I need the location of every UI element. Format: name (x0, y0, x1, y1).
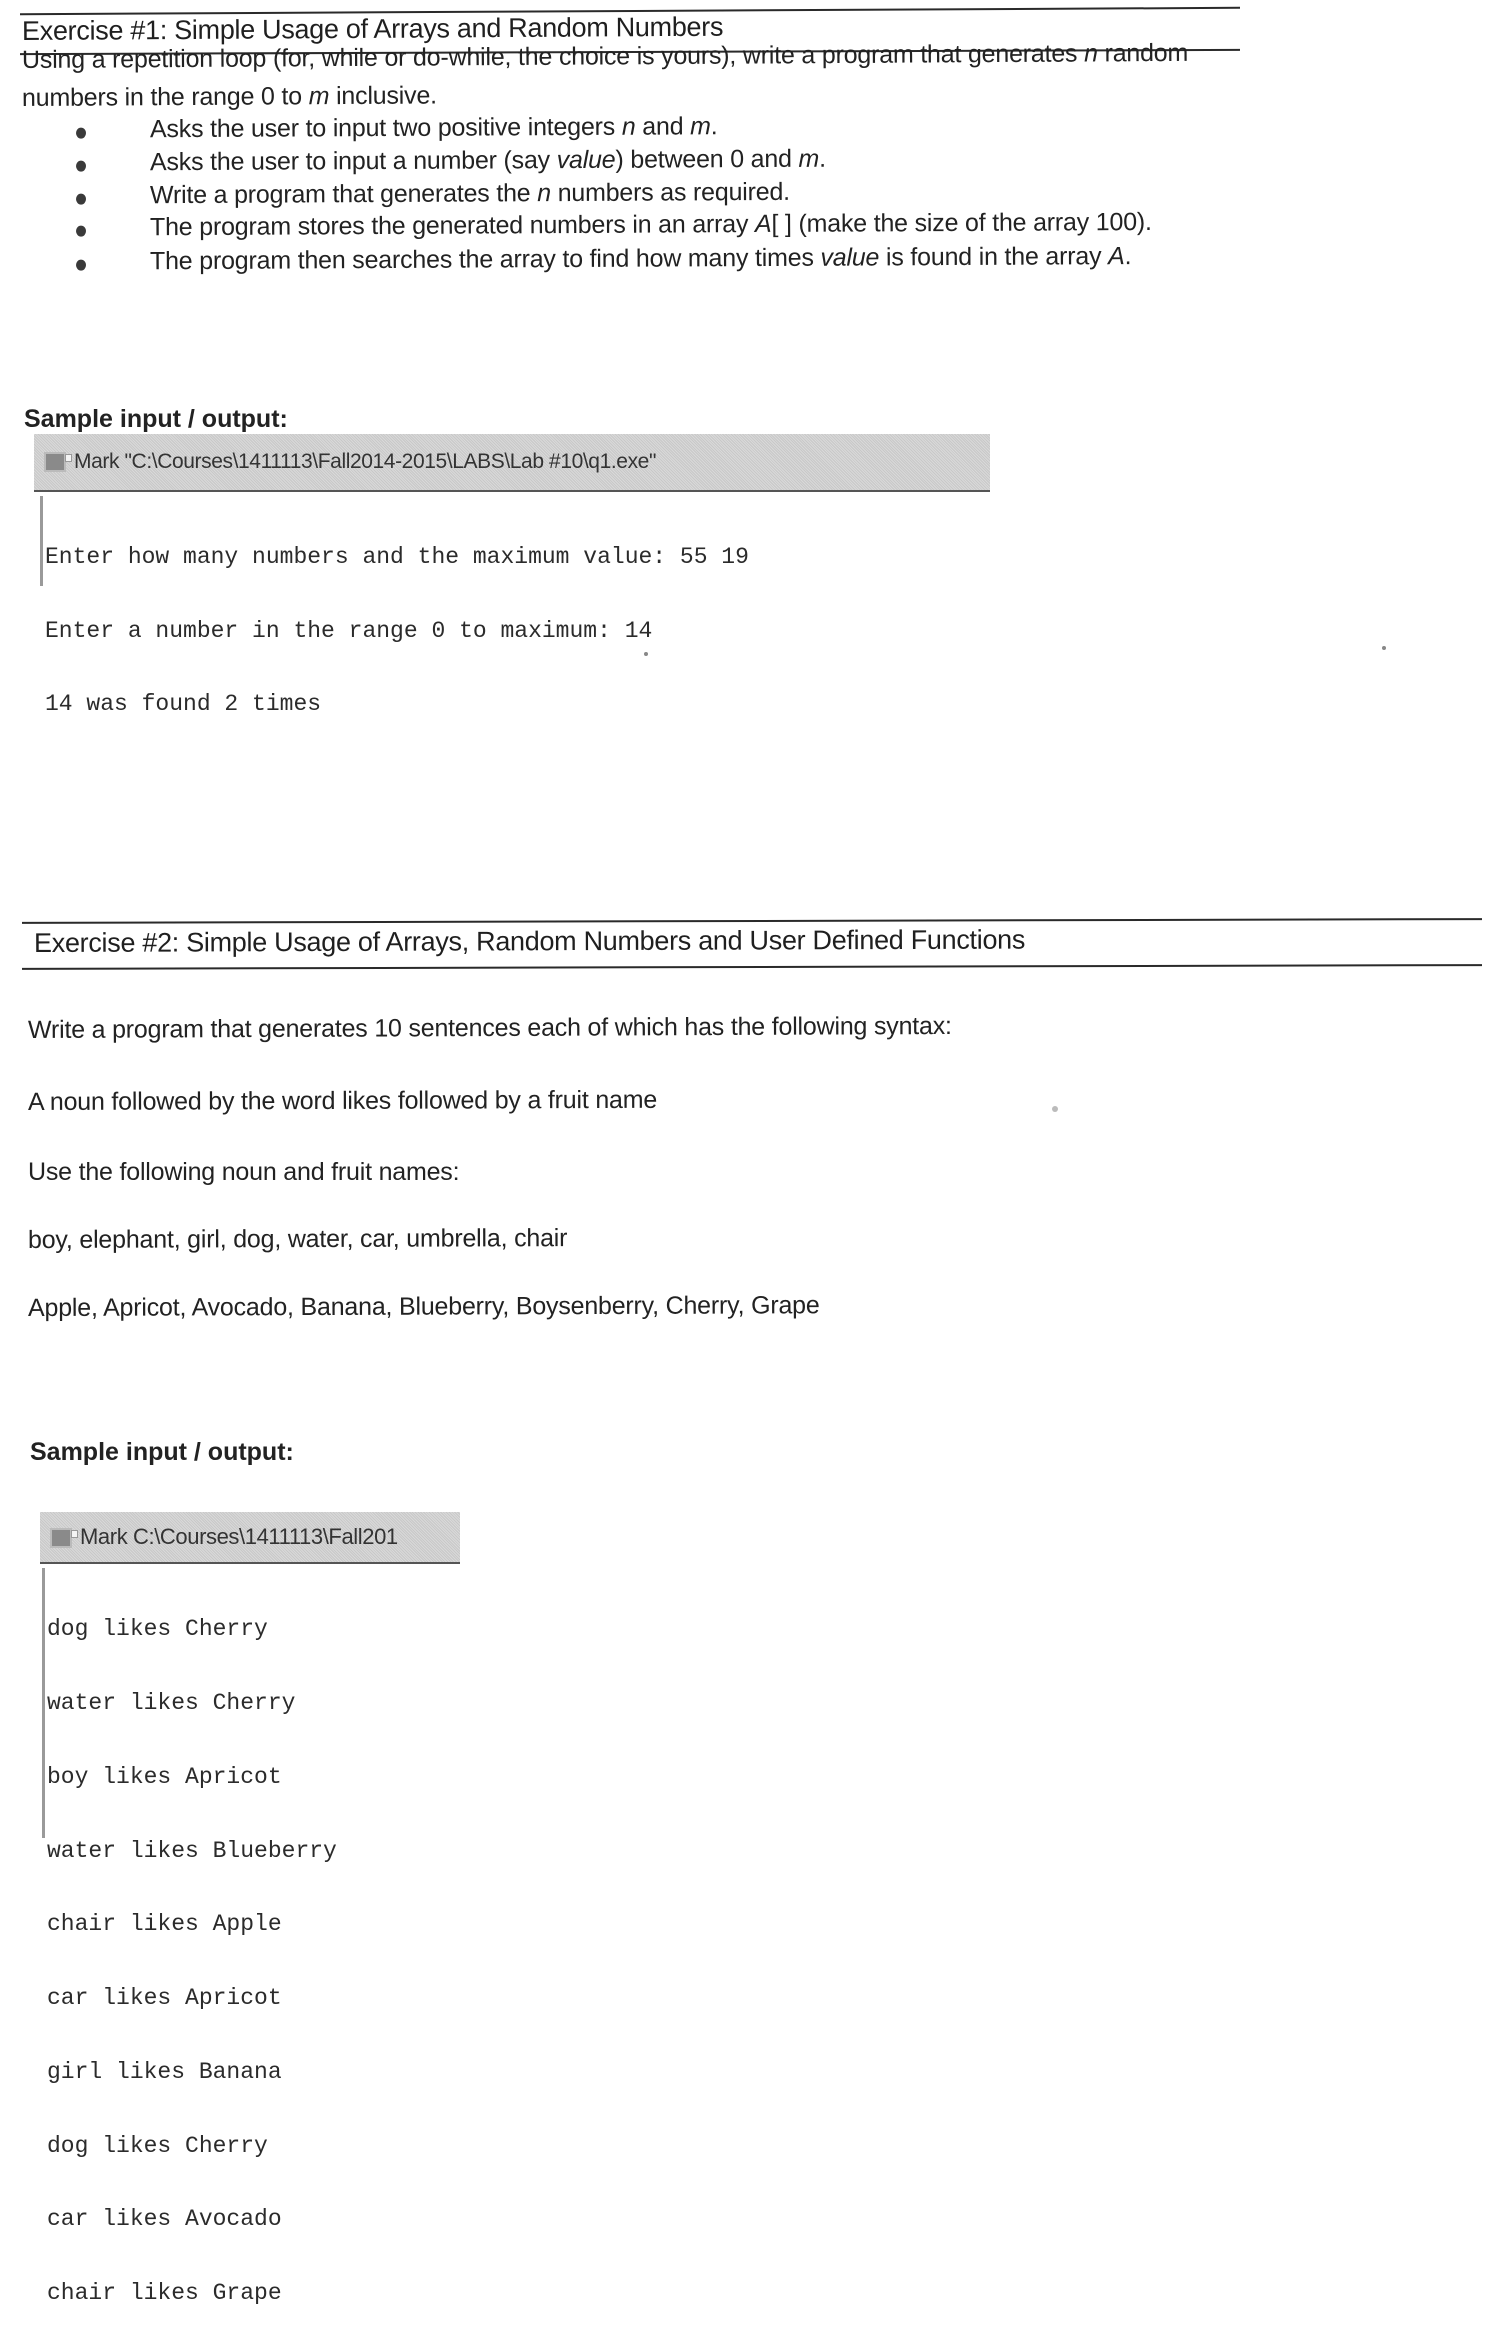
console-line: chair likes Grape (47, 2280, 282, 2307)
bullet-item: Asks the user to input two positive inte… (0, 109, 1300, 146)
bullet-dot-icon (75, 193, 87, 205)
console-line: girl likes Banana (47, 2058, 282, 2085)
exercise2-top-rule (21, 918, 1483, 924)
bullet-text: Write a program that generates the n num… (150, 178, 790, 210)
italic: A (1108, 242, 1125, 271)
exercise2-console-output: dog likes Cherry water likes Cherry boy … (42, 1568, 337, 2305)
exercise1-title-lead: Exercise #1: (21, 15, 168, 46)
text: Asks the user to input two positive inte… (149, 112, 622, 144)
scan-speck (1052, 1106, 1058, 1112)
bullet-item: Asks the user to input a number (say val… (0, 142, 1300, 179)
exercise2-title-underline (21, 964, 1483, 970)
console-title-text: Mark "C:\Courses\1411113\Fall2014-2015\L… (74, 450, 657, 473)
console-line: water likes Cherry (47, 1689, 296, 1716)
text: ) between 0 and (615, 144, 799, 174)
scan-speck (1382, 646, 1386, 650)
exercise1-console-output: Enter how many numbers and the maximum v… (40, 496, 749, 716)
italic: value (820, 243, 880, 272)
text: . (819, 144, 826, 173)
console-line: Enter how many numbers and the maximum v… (45, 544, 749, 570)
exercise2-sample-label: Sample input / output: (30, 1438, 294, 1466)
exercise2-console-titlebar: Mark C:\Courses\1411113\Fall201 (40, 1512, 460, 1564)
scan-speck (644, 652, 648, 656)
console-line: Enter a number in the range 0 to maximum… (45, 617, 653, 644)
italic: m (690, 112, 711, 141)
console-line: dog likes Cherry (47, 1616, 268, 1643)
exercise2-title-lead: Exercise #2: (33, 927, 180, 958)
bullet-item: The program then searches the array to f… (0, 241, 1300, 278)
text: . (1124, 242, 1132, 271)
console-line: car likes Avocado (47, 2206, 282, 2233)
console-line: water likes Blueberry (47, 1837, 337, 1864)
text: is found in the array (879, 242, 1109, 272)
text: and (635, 112, 691, 141)
bullet-text: The program then searches the array to f… (150, 242, 1131, 276)
text: . (710, 112, 718, 141)
console-title-text: Mark C:\Courses\1411113\Fall201 (80, 1524, 398, 1549)
text: Write a program that generates the (149, 179, 538, 210)
bullet-text: Asks the user to input a number (say val… (150, 145, 826, 178)
console-line: car likes Apricot (47, 1985, 282, 2012)
text: random (1097, 38, 1189, 68)
var-n: n (1083, 39, 1098, 68)
exercise2-noun-list: boy, elephant, girl, dog, water, car, um… (27, 1224, 568, 1254)
exercise2-title-rest: Simple Usage of Arrays, Random Numbers a… (178, 924, 1026, 958)
exercise1-intro-line1: Using a repetition loop (for, while or d… (22, 39, 1188, 75)
text: Using a repetition loop (for, while or d… (21, 39, 1085, 74)
italic: n (537, 179, 551, 208)
bullet-dot-icon (75, 259, 87, 271)
console-line: boy likes Apricot (47, 1763, 282, 1790)
bullet-item: The program stores the generated numbers… (0, 207, 1300, 244)
exercise2-paragraph: Use the following noun and fruit names: (28, 1158, 460, 1186)
bullet-text: The program stores the generated numbers… (150, 208, 1152, 242)
text: numbers as required. (550, 177, 790, 208)
exercise1-console-titlebar: Mark "C:\Courses\1411113\Fall2014-2015\L… (34, 434, 990, 492)
exercise2-fruit-list: Apple, Apricot, Avocado, Banana, Blueber… (27, 1291, 820, 1322)
text: [ ] (make the size of the array 100). (771, 207, 1152, 238)
text: inclusive. (329, 81, 437, 111)
bullet-text: Asks the user to input two positive inte… (150, 112, 718, 144)
bullet-dot-icon (75, 225, 87, 237)
exercise2-title: Exercise #2: Simple Usage of Arrays, Ran… (34, 925, 1025, 959)
console-line: chair likes Apple (47, 1911, 282, 1938)
italic: m (798, 144, 820, 173)
var-m: m (308, 82, 330, 111)
exercise1-sample-label: Sample input / output: (24, 405, 288, 433)
text: Asks the user to input a number (say (149, 146, 557, 177)
italic: A (754, 209, 772, 239)
console-line: dog likes Cherry (47, 2132, 268, 2159)
exercise1-intro-line2: numbers in the range 0 to m inclusive. (22, 81, 437, 113)
bullet-dot-icon (75, 127, 87, 139)
italic: value (556, 145, 616, 175)
bullet-item: Write a program that generates the n num… (0, 175, 1300, 212)
italic: n (621, 112, 636, 141)
text: numbers in the range 0 to (21, 82, 309, 112)
console-window-icon (44, 452, 72, 473)
console-window-icon (50, 1528, 78, 1549)
text: The program stores the generated numbers… (149, 210, 756, 242)
text: The program then searches the array to f… (149, 243, 821, 276)
bullet-dot-icon (75, 160, 87, 172)
exercise2-paragraph: Write a program that generates 10 senten… (27, 1011, 952, 1044)
exercise2-paragraph: A noun followed by the word likes follow… (27, 1085, 658, 1116)
console-line: 14 was found 2 times (45, 691, 322, 717)
exercise1-title-rest: Simple Usage of Arrays and Random Number… (166, 11, 724, 46)
